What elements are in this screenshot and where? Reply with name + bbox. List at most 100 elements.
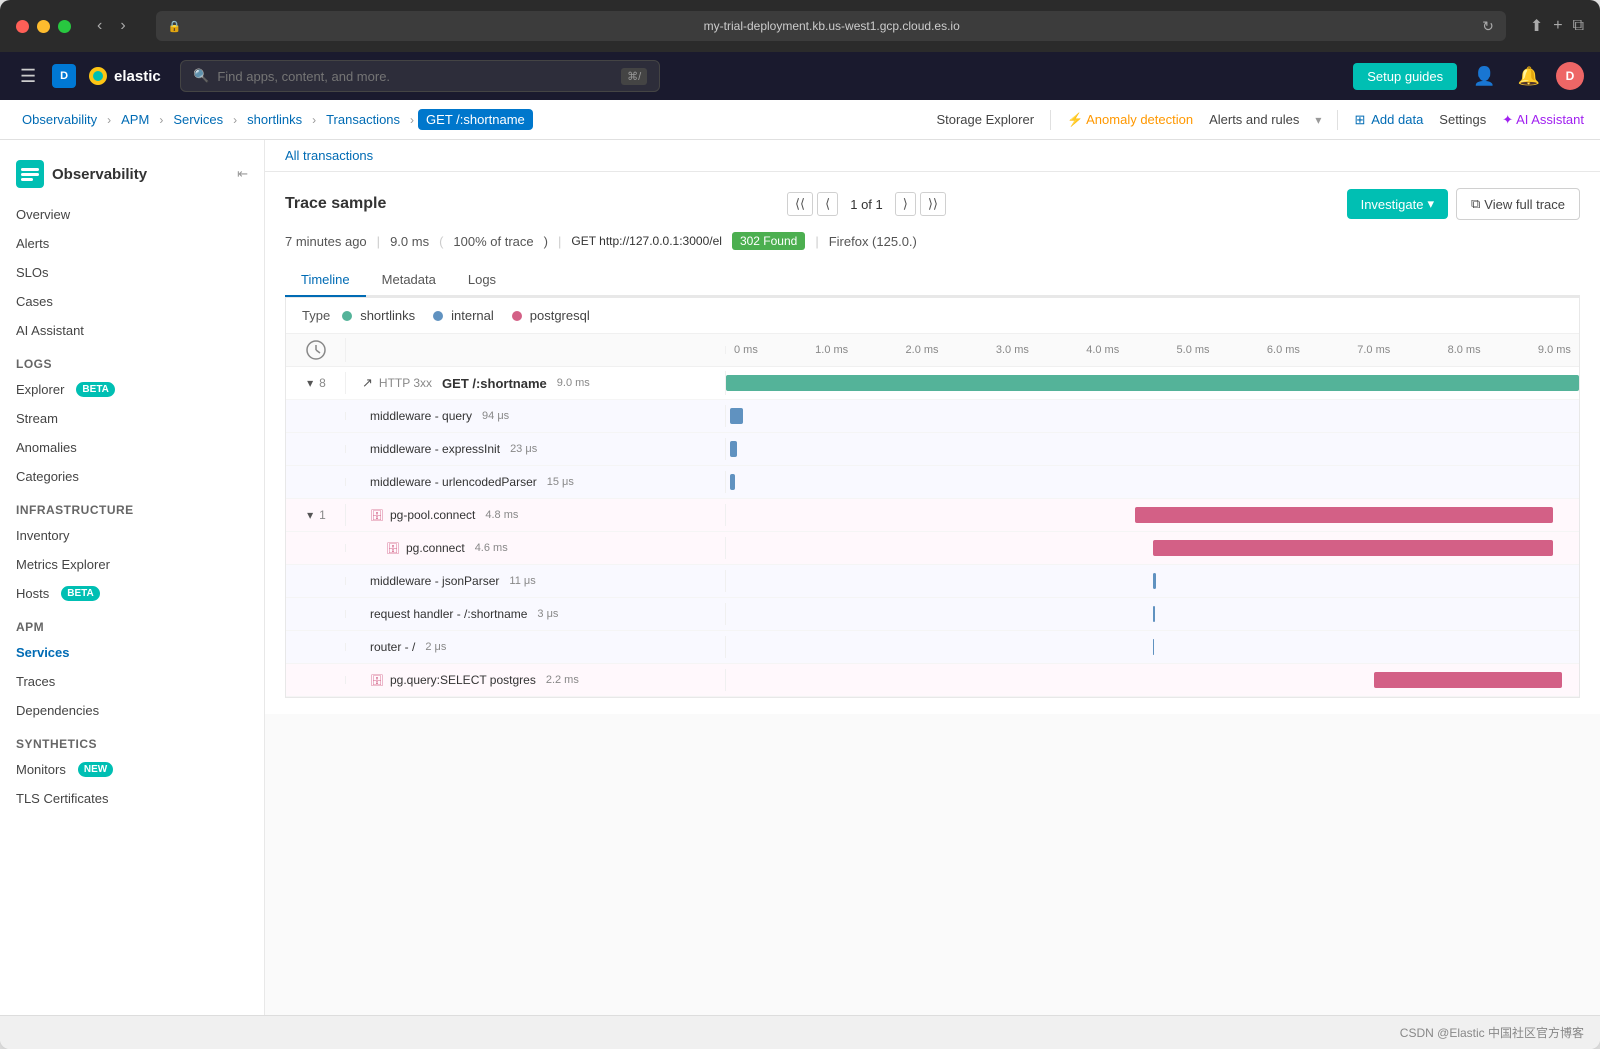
add-data-link[interactable]: ⊞ Add data xyxy=(1354,112,1423,128)
trace-section: Trace sample ⟨⟨ ⟨ 1 of 1 ⟩ ⟩⟩ xyxy=(265,172,1600,714)
traffic-light-yellow[interactable] xyxy=(37,20,50,33)
axis-3ms: 3.0 ms xyxy=(996,344,1029,356)
type-internal: internal xyxy=(451,308,494,323)
trace-last-button[interactable]: ⟩⟩ xyxy=(920,192,946,216)
new-tab-button[interactable]: + xyxy=(1553,16,1562,36)
sidebar-item-dependencies[interactable]: Dependencies xyxy=(0,696,264,725)
sidebar-item-ai-assistant[interactable]: AI Assistant xyxy=(0,316,264,345)
all-transactions-link[interactable]: All transactions xyxy=(285,148,373,163)
table-row: middleware - query 94 μs xyxy=(286,400,1579,433)
expand-button-4[interactable]: ▾ xyxy=(305,508,315,522)
sidebar-item-explorer[interactable]: Explorer BETA xyxy=(0,375,264,404)
trace-first-button[interactable]: ⟨⟨ xyxy=(787,192,813,216)
sidebar-item-services[interactable]: Services xyxy=(0,638,264,667)
sidebar-item-overview[interactable]: Overview xyxy=(0,200,264,229)
sidebar-collapse-button[interactable]: ⇤ xyxy=(237,166,248,182)
breadcrumb-observability[interactable]: Observability xyxy=(16,110,103,129)
sidebar-section-apm: APM xyxy=(0,608,264,638)
bar-col-0 xyxy=(726,367,1579,399)
tab-metadata[interactable]: Metadata xyxy=(366,264,452,297)
investigate-button[interactable]: Investigate ▾ xyxy=(1347,189,1448,219)
breadcrumb-apm[interactable]: APM xyxy=(115,110,155,129)
sidebar-item-monitors[interactable]: Monitors NEW xyxy=(0,755,264,784)
sidebar-item-traces[interactable]: Traces xyxy=(0,667,264,696)
row-num-4: ▾ 1 xyxy=(286,504,346,526)
alerts-rules-link[interactable]: Alerts and rules xyxy=(1209,112,1299,127)
forward-button[interactable]: › xyxy=(114,15,131,37)
lock-icon: 🔒 xyxy=(168,20,182,33)
sidebar-item-inventory[interactable]: Inventory xyxy=(0,521,264,550)
bar-7 xyxy=(1153,606,1155,622)
sidebar-section-logs: Logs xyxy=(0,345,264,375)
anomaly-detection-link[interactable]: Anomaly detection xyxy=(1067,112,1193,128)
main-content: All transactions Trace sample ⟨⟨ ⟨ 1 of … xyxy=(265,140,1600,1015)
expand-button-0[interactable]: ▾ xyxy=(305,376,315,390)
sidebar-item-cases[interactable]: Cases xyxy=(0,287,264,316)
view-full-trace-button[interactable]: ⧉ View full trace xyxy=(1456,188,1580,220)
row-num-9 xyxy=(286,676,346,684)
trace-next-button[interactable]: ⟩ xyxy=(895,192,916,216)
row-text-6: middleware - jsonParser xyxy=(370,574,499,588)
storage-explorer-link[interactable]: Storage Explorer xyxy=(936,112,1034,127)
row-duration-4: 4.8 ms xyxy=(485,509,518,521)
row-num-7 xyxy=(286,610,346,618)
ai-assistant-link[interactable]: ✦ AI Assistant xyxy=(1502,112,1584,128)
transactions-notice: All transactions xyxy=(265,140,1600,172)
table-row: router - / 2 μs xyxy=(286,631,1579,664)
breadcrumb-services[interactable]: Services xyxy=(167,110,229,129)
search-icon: 🔍 xyxy=(193,68,209,84)
row-text-9: pg.query:SELECT postgres xyxy=(390,673,536,687)
sidebar-item-slos[interactable]: SLOs xyxy=(0,258,264,287)
breadcrumb-bar: Observability › APM › Services › shortli… xyxy=(0,100,1600,140)
tab-timeline[interactable]: Timeline xyxy=(285,264,366,297)
bar-5 xyxy=(1153,540,1554,556)
avatar[interactable]: D xyxy=(1556,62,1584,90)
row-label-2: middleware - expressInit 23 μs xyxy=(346,438,726,460)
row-duration-6: 11 μs xyxy=(509,575,535,587)
sidebar-item-alerts[interactable]: Alerts xyxy=(0,229,264,258)
alerts-dropdown-icon[interactable]: ▾ xyxy=(1315,113,1321,127)
axis-2ms: 2.0 ms xyxy=(906,344,939,356)
row-duration-0: 9.0 ms xyxy=(557,377,590,389)
settings-link[interactable]: Settings xyxy=(1439,112,1486,127)
timeline-settings-icon xyxy=(304,338,328,362)
setup-guides-button[interactable]: Setup guides xyxy=(1353,63,1457,90)
back-button[interactable]: ‹ xyxy=(91,15,108,37)
search-input[interactable] xyxy=(217,69,613,84)
table-row: ▾ 8 ↗ HTTP 3xx GET /:shortname 9.0 ms xyxy=(286,367,1579,400)
db-icon-4: 🗄 xyxy=(370,509,384,522)
sidebar-item-categories[interactable]: Categories xyxy=(0,462,264,491)
user-profile-icon[interactable]: 👤 xyxy=(1467,62,1501,91)
bar-1 xyxy=(730,408,743,424)
axis-1ms: 1.0 ms xyxy=(815,344,848,356)
trace-page-info: 1 of 1 xyxy=(842,197,891,212)
breadcrumb-get-shortname[interactable]: GET /:shortname xyxy=(418,109,533,130)
bar-col-8 xyxy=(726,631,1579,663)
search-bar[interactable]: 🔍 ⌘/ xyxy=(180,60,660,92)
axis-7ms: 7.0 ms xyxy=(1357,344,1390,356)
notifications-icon[interactable]: 🔔 xyxy=(1512,62,1546,91)
breadcrumb-shortlinks[interactable]: shortlinks xyxy=(241,110,308,129)
trace-prev-button[interactable]: ⟨ xyxy=(817,192,838,216)
reload-icon[interactable]: ↻ xyxy=(1482,18,1494,35)
breadcrumb-transactions[interactable]: Transactions xyxy=(320,110,406,129)
row-label-9: 🗄 pg.query:SELECT postgres 2.2 ms xyxy=(346,669,726,691)
sidebar-logo xyxy=(16,160,44,188)
share-button[interactable]: ⬆ xyxy=(1530,16,1543,36)
sidebar-section-synthetics: Synthetics xyxy=(0,725,264,755)
sidebar-item-hosts[interactable]: Hosts BETA xyxy=(0,579,264,608)
bar-col-6 xyxy=(726,565,1579,597)
sidebar-item-metrics-explorer[interactable]: Metrics Explorer xyxy=(0,550,264,579)
type-dot-internal xyxy=(433,311,443,321)
traffic-light-green[interactable] xyxy=(58,20,71,33)
tab-logs[interactable]: Logs xyxy=(452,264,512,297)
row-duration-8: 2 μs xyxy=(425,641,446,653)
hamburger-icon[interactable]: ☰ xyxy=(16,62,40,91)
axis-8ms: 8.0 ms xyxy=(1448,344,1481,356)
sidebar-item-anomalies[interactable]: Anomalies xyxy=(0,433,264,462)
sidebar-item-stream[interactable]: Stream xyxy=(0,404,264,433)
traffic-light-red[interactable] xyxy=(16,20,29,33)
sidebar-item-tls-certificates[interactable]: TLS Certificates xyxy=(0,784,264,813)
sidebar-toggle[interactable]: ⧉ xyxy=(1573,16,1584,36)
beta-badge-hosts: BETA xyxy=(61,586,99,601)
